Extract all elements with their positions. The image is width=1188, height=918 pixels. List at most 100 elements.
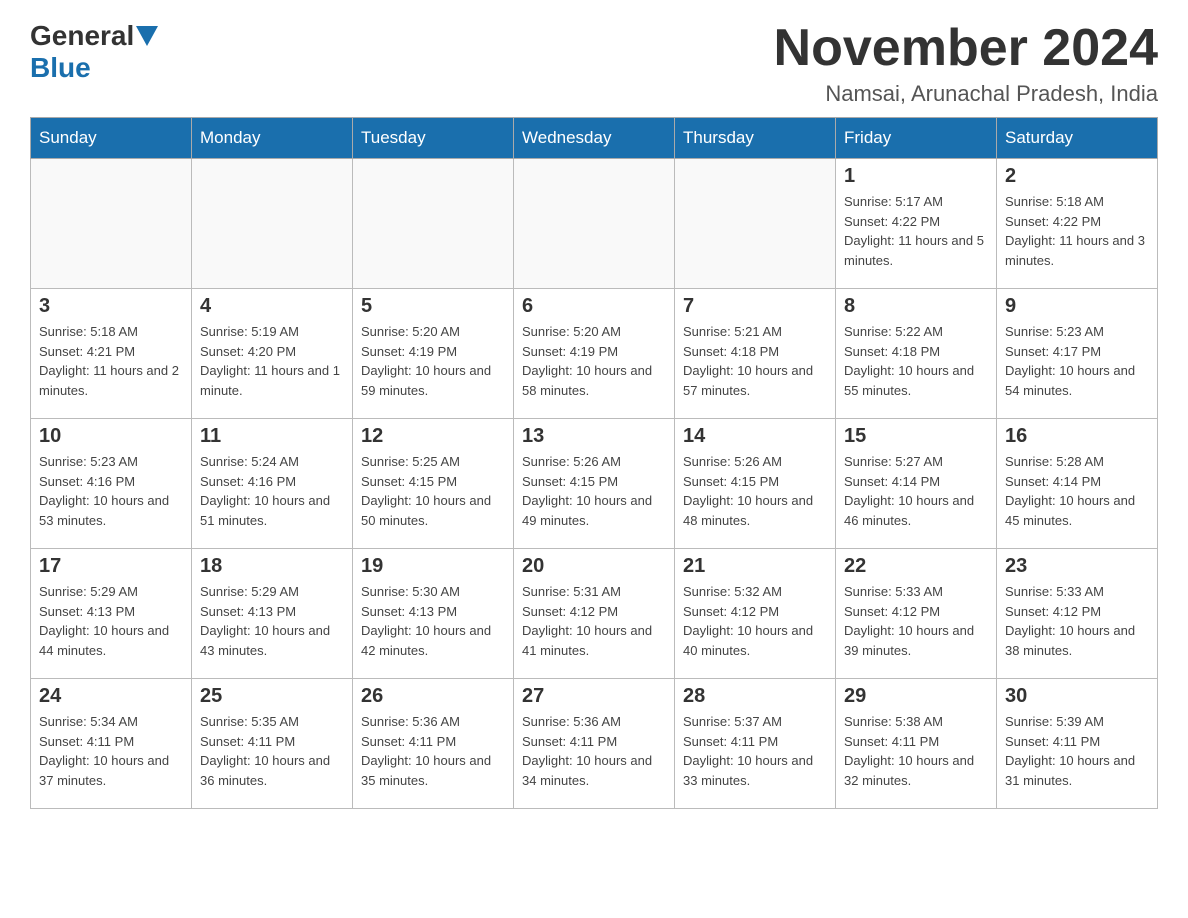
month-title: November 2024 (774, 20, 1158, 77)
week-row-3: 10Sunrise: 5:23 AMSunset: 4:16 PMDayligh… (31, 419, 1158, 549)
calendar-cell: 30Sunrise: 5:39 AMSunset: 4:11 PMDayligh… (997, 679, 1158, 809)
day-number: 12 (361, 425, 505, 448)
logo-blue-text: Blue (30, 52, 91, 83)
day-info: Sunrise: 5:36 AMSunset: 4:11 PMDaylight:… (522, 712, 666, 790)
day-number: 25 (200, 685, 344, 708)
calendar-cell (675, 159, 836, 289)
calendar-cell: 27 Sunrise: 5:36 AMSunset: 4:11 PMDayligh… (514, 679, 675, 809)
day-info: Sunrise: 5:26 AMSunset: 4:15 PMDaylight:… (522, 452, 666, 530)
day-number: 15 (844, 425, 988, 448)
day-info: Sunrise: 5:20 AMSunset: 4:19 PMDaylight:… (522, 322, 666, 400)
title-section: November 2024 Namsai, Arunachal Pradesh,… (774, 20, 1158, 107)
day-number: 24 (39, 685, 183, 708)
calendar-cell: 12 Sunrise: 5:25 AMSunset: 4:15 PMDayligh… (353, 419, 514, 549)
calendar-cell (514, 159, 675, 289)
day-info: Sunrise: 5:36 AMSunset: 4:11 PMDaylight:… (361, 712, 505, 790)
day-info: Sunrise: 5:33 AMSunset: 4:12 PMDaylight:… (1005, 582, 1149, 660)
calendar-cell: 26 Sunrise: 5:36 AMSunset: 4:11 PMDayligh… (353, 679, 514, 809)
week-row-2: 3 Sunrise: 5:18 AMSunset: 4:21 PMDaylight… (31, 289, 1158, 419)
calendar-header: SundayMondayTuesdayWednesdayThursdayFrid… (31, 118, 1158, 159)
day-of-week-tuesday: Tuesday (353, 118, 514, 159)
logo: General Blue (30, 20, 158, 84)
calendar-cell: 5 Sunrise: 5:20 AMSunset: 4:19 PMDaylight… (353, 289, 514, 419)
day-info: Sunrise: 5:38 AMSunset: 4:11 PMDaylight:… (844, 712, 988, 790)
day-info: Sunrise: 5:31 AMSunset: 4:12 PMDaylight:… (522, 582, 666, 660)
day-info: Sunrise: 5:33 AMSunset: 4:12 PMDaylight:… (844, 582, 988, 660)
day-info: Sunrise: 5:28 AMSunset: 4:14 PMDaylight:… (1005, 452, 1149, 530)
day-info: Sunrise: 5:26 AMSunset: 4:15 PMDaylight:… (683, 452, 827, 530)
calendar-cell: 22 Sunrise: 5:33 AMSunset: 4:12 PMDayligh… (836, 549, 997, 679)
calendar-cell: 16 Sunrise: 5:28 AMSunset: 4:14 PMDayligh… (997, 419, 1158, 549)
day-number: 4 (200, 295, 344, 318)
calendar-cell (192, 159, 353, 289)
day-number: 8 (844, 295, 988, 318)
day-info: Sunrise: 5:32 AMSunset: 4:12 PMDaylight:… (683, 582, 827, 660)
calendar-cell: 3 Sunrise: 5:18 AMSunset: 4:21 PMDaylight… (31, 289, 192, 419)
calendar-cell: 20Sunrise: 5:31 AMSunset: 4:12 PMDayligh… (514, 549, 675, 679)
days-of-week-row: SundayMondayTuesdayWednesdayThursdayFrid… (31, 118, 1158, 159)
calendar-cell: 2 Sunrise: 5:18 AMSunset: 4:22 PMDaylight… (997, 159, 1158, 289)
week-row-4: 17 Sunrise: 5:29 AMSunset: 4:13 PMDayligh… (31, 549, 1158, 679)
calendar-cell: 18Sunrise: 5:29 AMSunset: 4:13 PMDayligh… (192, 549, 353, 679)
day-info: Sunrise: 5:29 AMSunset: 4:13 PMDaylight:… (200, 582, 344, 660)
day-info: Sunrise: 5:22 AMSunset: 4:18 PMDaylight:… (844, 322, 988, 400)
day-info: Sunrise: 5:25 AMSunset: 4:15 PMDaylight:… (361, 452, 505, 530)
day-number: 26 (361, 685, 505, 708)
day-number: 17 (39, 555, 183, 578)
day-info: Sunrise: 5:30 AMSunset: 4:13 PMDaylight:… (361, 582, 505, 660)
day-number: 14 (683, 425, 827, 448)
calendar-cell: 25 Sunrise: 5:35 AMSunset: 4:11 PMDayligh… (192, 679, 353, 809)
location-text: Namsai, Arunachal Pradesh, India (774, 81, 1158, 107)
logo-triangle-icon (136, 26, 158, 48)
day-info: Sunrise: 5:35 AMSunset: 4:11 PMDaylight:… (200, 712, 344, 790)
day-of-week-sunday: Sunday (31, 118, 192, 159)
day-of-week-friday: Friday (836, 118, 997, 159)
day-of-week-thursday: Thursday (675, 118, 836, 159)
calendar-cell: 10Sunrise: 5:23 AMSunset: 4:16 PMDayligh… (31, 419, 192, 549)
day-number: 5 (361, 295, 505, 318)
calendar-cell: 24 Sunrise: 5:34 AMSunset: 4:11 PMDayligh… (31, 679, 192, 809)
calendar-body: 1Sunrise: 5:17 AMSunset: 4:22 PMDaylight… (31, 159, 1158, 809)
day-number: 16 (1005, 425, 1149, 448)
calendar-cell: 6 Sunrise: 5:20 AMSunset: 4:19 PMDaylight… (514, 289, 675, 419)
day-info: Sunrise: 5:24 AMSunset: 4:16 PMDaylight:… (200, 452, 344, 530)
day-number: 3 (39, 295, 183, 318)
calendar-cell: 15Sunrise: 5:27 AMSunset: 4:14 PMDayligh… (836, 419, 997, 549)
calendar-cell (353, 159, 514, 289)
calendar-cell: 19Sunrise: 5:30 AMSunset: 4:13 PMDayligh… (353, 549, 514, 679)
day-info: Sunrise: 5:18 AMSunset: 4:22 PMDaylight:… (1005, 192, 1149, 270)
calendar-cell: 28 Sunrise: 5:37 AMSunset: 4:11 PMDayligh… (675, 679, 836, 809)
day-number: 7 (683, 295, 827, 318)
day-number: 29 (844, 685, 988, 708)
day-number: 22 (844, 555, 988, 578)
day-number: 2 (1005, 165, 1149, 188)
day-info: Sunrise: 5:20 AMSunset: 4:19 PMDaylight:… (361, 322, 505, 400)
day-number: 6 (522, 295, 666, 318)
logo-general-text: General (30, 20, 134, 52)
day-number: 1 (844, 165, 988, 188)
day-of-week-wednesday: Wednesday (514, 118, 675, 159)
calendar-cell (31, 159, 192, 289)
week-row-1: 1Sunrise: 5:17 AMSunset: 4:22 PMDaylight… (31, 159, 1158, 289)
day-info: Sunrise: 5:37 AMSunset: 4:11 PMDaylight:… (683, 712, 827, 790)
day-number: 23 (1005, 555, 1149, 578)
day-info: Sunrise: 5:21 AMSunset: 4:18 PMDaylight:… (683, 322, 827, 400)
day-number: 27 (522, 685, 666, 708)
calendar-cell: 11Sunrise: 5:24 AMSunset: 4:16 PMDayligh… (192, 419, 353, 549)
calendar-cell: 14 Sunrise: 5:26 AMSunset: 4:15 PMDayligh… (675, 419, 836, 549)
day-info: Sunrise: 5:23 AMSunset: 4:16 PMDaylight:… (39, 452, 183, 530)
day-number: 28 (683, 685, 827, 708)
week-row-5: 24 Sunrise: 5:34 AMSunset: 4:11 PMDayligh… (31, 679, 1158, 809)
calendar-cell: 21 Sunrise: 5:32 AMSunset: 4:12 PMDayligh… (675, 549, 836, 679)
day-number: 21 (683, 555, 827, 578)
day-info: Sunrise: 5:39 AMSunset: 4:11 PMDaylight:… (1005, 712, 1149, 790)
day-info: Sunrise: 5:34 AMSunset: 4:11 PMDaylight:… (39, 712, 183, 790)
calendar-cell: 8 Sunrise: 5:22 AMSunset: 4:18 PMDaylight… (836, 289, 997, 419)
day-info: Sunrise: 5:18 AMSunset: 4:21 PMDaylight:… (39, 322, 183, 400)
calendar-cell: 9Sunrise: 5:23 AMSunset: 4:17 PMDaylight… (997, 289, 1158, 419)
day-info: Sunrise: 5:29 AMSunset: 4:13 PMDaylight:… (39, 582, 183, 660)
calendar-cell: 17 Sunrise: 5:29 AMSunset: 4:13 PMDayligh… (31, 549, 192, 679)
calendar-cell: 13Sunrise: 5:26 AMSunset: 4:15 PMDayligh… (514, 419, 675, 549)
day-of-week-saturday: Saturday (997, 118, 1158, 159)
calendar-table: SundayMondayTuesdayWednesdayThursdayFrid… (30, 117, 1158, 809)
